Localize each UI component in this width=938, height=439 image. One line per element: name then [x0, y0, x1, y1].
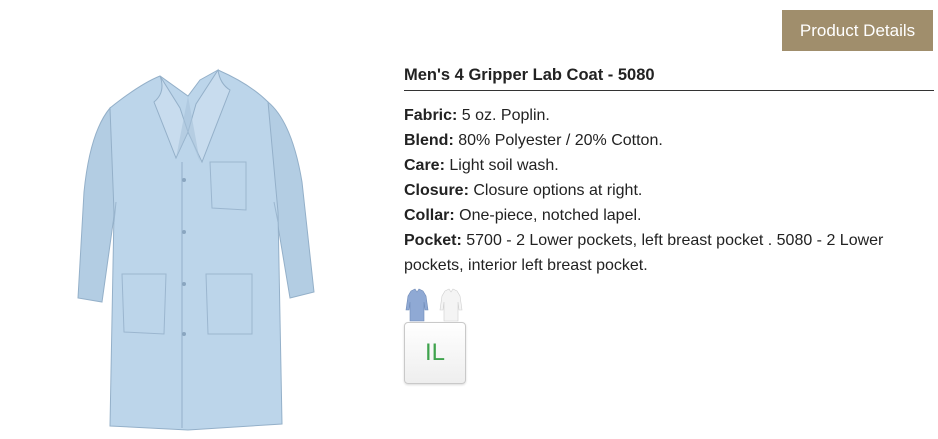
product-title: Men's 4 Gripper Lab Coat - 5080: [404, 66, 934, 91]
spec-closure: Closure: Closure options at right.: [404, 178, 934, 203]
spec-value: One-piece, notched lapel.: [459, 207, 642, 224]
lab-coat-image: [77, 68, 315, 431]
product-details-button[interactable]: Product Details: [782, 10, 933, 51]
spec-label: Blend:: [404, 132, 454, 149]
spec-value: 5 oz. Poplin.: [461, 107, 550, 124]
spec-list: Fabric: 5 oz. Poplin. Blend: 80% Polyest…: [404, 103, 934, 278]
spec-blend: Blend: 80% Polyester / 20% Cotton.: [404, 128, 934, 153]
spec-value: Light soil wash.: [449, 157, 559, 174]
spec-fabric: Fabric: 5 oz. Poplin.: [404, 103, 934, 128]
spec-label: Pocket:: [404, 232, 462, 249]
swatch-light-blue-coat-icon[interactable]: [404, 288, 430, 322]
swatch-white-coat-icon[interactable]: [438, 288, 464, 322]
spec-pocket: Pocket: 5700 - 2 Lower pockets, left bre…: [404, 228, 934, 278]
spec-label: Care:: [404, 157, 445, 174]
spec-collar: Collar: One-piece, notched lapel.: [404, 203, 934, 228]
spec-care: Care: Light soil wash.: [404, 153, 934, 178]
spec-label: Closure:: [404, 182, 469, 199]
product-info: Men's 4 Gripper Lab Coat - 5080 Fabric: …: [404, 66, 934, 278]
spec-value: 80% Polyester / 20% Cotton.: [458, 132, 663, 149]
spec-value: 5700 - 2 Lower pockets, left breast pock…: [404, 232, 884, 274]
il-badge-button[interactable]: IL: [404, 322, 466, 384]
spec-label: Fabric:: [404, 107, 458, 124]
spec-label: Collar:: [404, 207, 455, 224]
spec-value: Closure options at right.: [473, 182, 643, 199]
